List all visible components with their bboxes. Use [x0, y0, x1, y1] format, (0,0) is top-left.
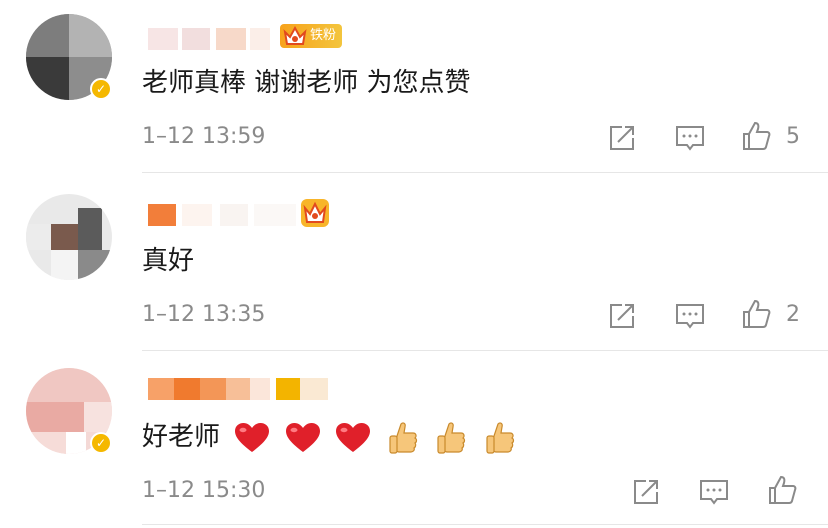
username[interactable] [142, 374, 342, 402]
crown-icon [283, 25, 307, 45]
comment-time: 1–12 13:59 [142, 124, 266, 149]
comment-icon[interactable] [698, 476, 730, 508]
divider [142, 524, 828, 525]
thumbs-up-icon[interactable] [740, 298, 772, 330]
share-icon[interactable] [606, 300, 638, 332]
like-count: 2 [786, 302, 800, 327]
thumbs-up-icon[interactable] [740, 120, 772, 152]
divider [142, 172, 828, 173]
comment-icon[interactable] [674, 122, 706, 154]
thumbs-up-emoji [486, 421, 514, 454]
comment-icon[interactable] [674, 300, 706, 332]
comment-time: 1–12 15:30 [142, 478, 266, 503]
comment-text: 老师真棒 谢谢老师 为您点赞 [142, 68, 471, 98]
thumbs-up-emoji [389, 421, 418, 454]
comment-time: 1–12 13:35 [142, 302, 266, 327]
fan-badge-label: 铁粉 [310, 28, 337, 43]
comment-text: 真好 [142, 246, 195, 276]
username[interactable] [142, 200, 302, 228]
red-heart-emoji [335, 422, 370, 452]
verified-badge-icon: ✓ [90, 432, 112, 454]
crown-icon [301, 199, 329, 227]
like-count: 5 [786, 124, 800, 149]
username[interactable] [142, 24, 282, 52]
red-heart-emoji [285, 422, 320, 452]
verified-badge-icon: ✓ [90, 78, 112, 100]
avatar[interactable] [26, 194, 112, 280]
thumbs-up-icon[interactable] [766, 474, 798, 506]
red-heart-emoji [235, 422, 270, 452]
comment-text: 好老师 [142, 416, 516, 456]
share-icon[interactable] [606, 122, 638, 154]
thumbs-up-emoji [437, 421, 466, 454]
divider [142, 350, 828, 351]
comment-text-label: 好老师 [142, 422, 221, 452]
share-icon[interactable] [630, 476, 662, 508]
